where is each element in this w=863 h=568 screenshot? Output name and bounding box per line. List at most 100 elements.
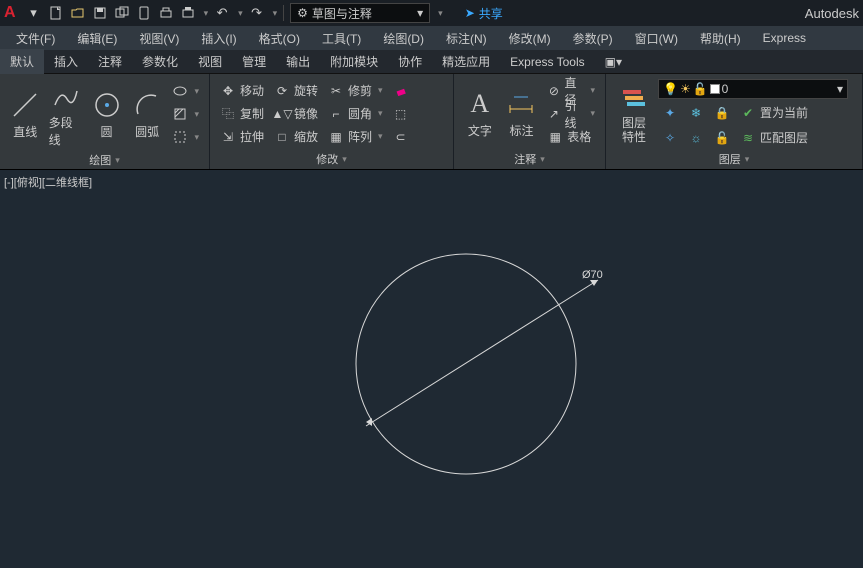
tab-parametric[interactable]: 参数化 [132,49,188,74]
tab-express[interactable]: Express Tools [500,51,594,73]
leader-button[interactable]: ↗引线▾ [543,103,599,125]
table-icon: ▦ [547,129,563,145]
circle-icon [91,89,123,121]
diameter-icon: ⊘ [547,83,560,99]
layer-name: 0 [722,82,729,96]
erase-button[interactable] [389,80,413,102]
menu-express[interactable]: Express [753,29,816,47]
menu-draw[interactable]: 绘图(D) [373,28,434,49]
line-button[interactable]: 直线 [6,78,45,150]
menu-dimension[interactable]: 标注(N) [436,28,497,49]
menu-window[interactable]: 窗口(W) [625,28,688,49]
region-button[interactable]: ▾ [168,126,203,148]
panel-modify-title[interactable]: 修改 ▾ [216,149,447,169]
print-dropdown[interactable]: ▾ [204,8,209,19]
panel-annotation-title[interactable]: 注释 ▾ [460,149,599,169]
layer-match-button[interactable]: ≋匹配图层 [736,127,812,149]
explode-button[interactable]: ⬚ [389,103,413,125]
redo-dropdown[interactable]: ▾ [273,8,278,19]
print-icon[interactable] [180,5,196,21]
stretch-button[interactable]: ⇲拉伸 [216,126,268,148]
tab-annotate[interactable]: 注释 [88,49,132,74]
ellipse-button[interactable]: ▾ [168,80,203,102]
menu-modify[interactable]: 修改(M) [499,28,561,49]
panel-draw-title[interactable]: 绘图 ▾ [6,150,203,170]
array-button[interactable]: ▦阵列▾ [324,126,387,148]
ellipse-icon [172,83,188,99]
layer-properties-icon [618,83,650,115]
chevron-down-icon: ▾ [837,82,843,96]
undo-icon[interactable]: ↶ [214,5,230,21]
layer-on-button[interactable]: ✧ [658,127,682,149]
copy-button[interactable]: ⿻复制 [216,103,268,125]
fillet-icon: ⌐ [328,106,344,122]
panel-layers-title[interactable]: 图层 ▾ [612,149,856,169]
plot-icon[interactable] [158,5,174,21]
text-icon: A [464,88,496,120]
scale-button[interactable]: □缩放 [270,126,322,148]
open-icon[interactable] [70,5,86,21]
menu-file[interactable]: 文件(F) [6,28,65,49]
layer-thaw-button[interactable]: ☼ [684,127,708,149]
menu-format[interactable]: 格式(O) [249,28,310,49]
share-button[interactable]: ➤ 共享 [465,5,503,22]
trim-button[interactable]: ✂修剪▾ [324,80,387,102]
color-swatch [710,84,720,94]
layer-freeze-button[interactable]: ❄ [684,102,708,124]
menu-edit[interactable]: 编辑(E) [67,28,127,49]
layer-off-button[interactable]: ✦ [658,102,682,124]
web-mobile-icon[interactable] [136,5,152,21]
tab-collaborate[interactable]: 协作 [388,49,432,74]
layer-properties-button[interactable]: 图层 特性 [612,78,656,149]
move-button[interactable]: ✥移动 [216,80,268,102]
layer-unlock-button[interactable]: 🔓 [710,127,734,149]
undo-dropdown[interactable]: ▾ [238,8,243,19]
menu-parametric[interactable]: 参数(P) [563,28,623,49]
dimension-button[interactable]: 标注 [502,78,542,149]
tab-insert[interactable]: 插入 [44,49,88,74]
tab-output[interactable]: 输出 [276,49,320,74]
panel-modify: ✥移动 ⿻复制 ⇲拉伸 ⟳旋转 ▲▽镜像 □缩放 ✂修剪▾ ⌐圆角▾ ▦阵列▾ … [210,74,454,169]
polyline-button[interactable]: 多段线 [47,78,86,150]
tab-addins[interactable]: 附加模块 [320,49,388,74]
trim-icon: ✂ [328,83,344,99]
save-icon[interactable] [92,5,108,21]
fillet-button[interactable]: ⌐圆角▾ [324,103,387,125]
layer-selector[interactable]: 💡 ☀ 🔓 0 ▾ [658,79,848,99]
array-icon: ▦ [328,129,344,145]
offset-button[interactable]: ⊂ [389,126,413,148]
panel-annotation: A文字 标注 ⊘直径▾ ↗引线▾ ▦表格 注释 ▾ [454,74,606,169]
layer-setcurrent-button[interactable]: ✔置为当前 [736,102,812,124]
text-button[interactable]: A文字 [460,78,500,149]
drawing-canvas[interactable]: [-][俯视][二维线框] Ø70 [0,170,863,568]
polyline-icon [50,80,82,112]
tab-manage[interactable]: 管理 [232,49,276,74]
hatch-button[interactable]: ▾ [168,103,203,125]
menu-insert[interactable]: 插入(I) [191,28,246,49]
tab-default[interactable]: 默认 [0,49,44,74]
menu-help[interactable]: 帮助(H) [690,28,751,49]
table-button[interactable]: ▦表格 [543,126,599,148]
layer-lock-button[interactable]: 🔒 [710,102,734,124]
dimension-icon [505,88,537,120]
circle-button[interactable]: 圆 [87,78,126,150]
tab-featured[interactable]: 精选应用 [432,49,500,74]
menu-dropdown-icon[interactable]: ▾ [26,5,42,21]
menu-tools[interactable]: 工具(T) [312,28,371,49]
drawing-content: Ø70 [0,170,863,568]
brand-label: Autodesk [805,6,859,21]
tab-view[interactable]: 视图 [188,49,232,74]
mirror-button[interactable]: ▲▽镜像 [270,103,322,125]
workspace-selector[interactable]: ⚙ 草图与注释 ▾ [290,3,430,23]
arc-button[interactable]: 圆弧 [128,78,167,150]
new-icon[interactable] [48,5,64,21]
workspace-dropdown[interactable]: ▾ [438,8,443,19]
rotate-button[interactable]: ⟳旋转 [270,80,322,102]
panel-layers: 图层 特性 💡 ☀ 🔓 0 ▾ ✦ ❄ 🔒 ✔置为当前 ✧ [606,74,863,169]
menu-view[interactable]: 视图(V) [129,28,189,49]
hatch-icon [172,106,188,122]
redo-icon[interactable]: ↷ [249,5,265,21]
ribbon: 直线 多段线 圆 圆弧 ▾ ▾ ▾ 绘图 ▾ ✥移动 ⿻复制 ⇲拉伸 ⟳旋转 ▲… [0,74,863,170]
tab-focus[interactable]: ▣▾ [595,51,632,73]
saveas-icon[interactable] [114,5,130,21]
